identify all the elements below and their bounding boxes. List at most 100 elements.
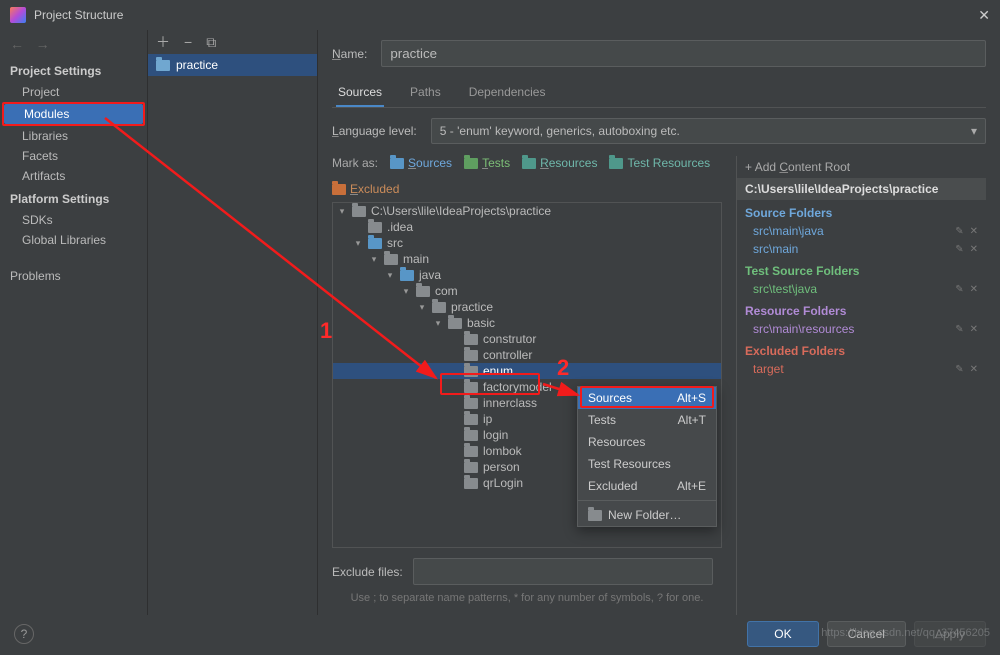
tree-label: controller [483,348,532,362]
roots-item[interactable]: src\test\java✎✕ [737,280,986,298]
folder-icon [368,238,382,249]
remove-icon[interactable]: ✕ [970,364,978,375]
folder-icon [464,462,478,473]
ctx-item-sources[interactable]: SourcesAlt+S [578,387,716,409]
tree-twist-icon[interactable]: ▾ [369,254,379,265]
ok-button[interactable]: OK [747,621,818,647]
titlebar: Project Structure ✕ [0,0,1000,30]
tree-row[interactable]: .idea [333,219,721,235]
sidebar-item-facets[interactable]: Facets [0,146,147,166]
sidebar-item-sdks[interactable]: SDKs [0,210,147,230]
tree-twist-icon[interactable]: ▾ [353,238,363,249]
module-list: ＋ − ⧉ practice [148,30,318,615]
tree-label: com [435,284,458,298]
edit-icon[interactable]: ✎ [955,244,963,255]
tree-label: C:\Users\lile\IdeaProjects\practice [371,204,551,218]
app-icon [10,7,26,23]
edit-icon[interactable]: ✎ [955,324,963,335]
edit-icon[interactable]: ✎ [955,226,963,237]
tree-row[interactable]: ▾ src [333,235,721,251]
exclude-files-input[interactable] [413,558,713,585]
folder-icon [416,286,430,297]
module-details: Name: Sources Paths Dependencies Languag… [318,30,1000,615]
sidebar-item-modules[interactable]: Modules [4,104,143,124]
copy-module-icon[interactable]: ⧉ [206,34,216,51]
roots-item[interactable]: target✎✕ [737,360,986,378]
sidebar-item-libraries[interactable]: Libraries [0,126,147,146]
sidebar-item-global-libraries[interactable]: Global Libraries [0,230,147,250]
remove-icon[interactable]: ✕ [970,284,978,295]
tree-row[interactable]: construtor [333,331,721,347]
roots-item[interactable]: src\main✎✕ [737,240,986,258]
content-root-path[interactable]: C:\Users\lile\IdeaProjects\practice [737,178,986,200]
tree-twist-icon[interactable]: ▾ [385,270,395,281]
tree-label: basic [467,316,495,330]
language-level-combo[interactable]: 5 - 'enum' keyword, generics, autoboxing… [431,118,986,144]
module-item-practice[interactable]: practice [148,54,317,76]
tree-label: java [419,268,441,282]
help-icon[interactable]: ? [14,624,34,644]
remove-icon[interactable]: ✕ [970,244,978,255]
tree-label: enum [483,364,513,378]
tree-label: main [403,252,429,266]
roots-item[interactable]: src\main\java✎✕ [737,222,986,240]
tree-row[interactable]: ▾ main [333,251,721,267]
folder-icon [464,446,478,457]
folder-icon [432,302,446,313]
edit-icon[interactable]: ✎ [955,284,963,295]
edit-icon[interactable]: ✎ [955,364,963,375]
name-input[interactable] [381,40,986,67]
remove-icon[interactable]: ✕ [970,226,978,237]
sidebar-item-problems[interactable]: Problems [0,266,147,286]
ctx-item-tests[interactable]: TestsAlt+T [578,409,716,431]
sidebar-item-project[interactable]: Project [0,82,147,102]
exclude-files-label: Exclude files: [332,565,403,579]
folder-icon [368,222,382,233]
ctx-item-new-folder[interactable]: New Folder… [578,504,716,526]
nav-arrows[interactable]: ← → [0,30,147,58]
tree-row[interactable]: ▾ basic [333,315,721,331]
tree-row[interactable]: ▾ practice [333,299,721,315]
tree-row[interactable]: ▾ C:\Users\lile\IdeaProjects\practice [333,203,721,219]
folder-icon [464,478,478,489]
tree-row[interactable]: controller [333,347,721,363]
tree-label: innerclass [483,396,537,410]
module-label: practice [176,58,218,72]
add-module-icon[interactable]: ＋ [156,32,170,52]
ctx-item-resources[interactable]: Resources [578,431,716,453]
annotation-number-2: 2 [557,355,569,381]
add-content-root[interactable]: Add Content Root [737,156,986,178]
markas-sources[interactable]: Sources [390,156,452,170]
settings-sidebar: ← → Project Settings Project Modules Lib… [0,30,148,615]
folder-icon [464,334,478,345]
remove-module-icon[interactable]: − [184,34,192,50]
tree-row[interactable]: ▾ java [333,267,721,283]
markas-test-resources[interactable]: Test Resources [609,156,710,170]
tree-twist-icon[interactable]: ▾ [417,302,427,313]
markas-excluded[interactable]: Excluded [332,182,399,196]
folder-icon [448,318,462,329]
tab-dependencies[interactable]: Dependencies [467,79,548,107]
tree-row[interactable]: enum [333,363,721,379]
ctx-item-test resources[interactable]: Test Resources [578,453,716,475]
sidebar-item-artifacts[interactable]: Artifacts [0,166,147,186]
tree-label: lombok [483,444,522,458]
roots-category-exc: Excluded Folders [737,338,986,360]
watermark: https://blog.csdn.net/qq_37456205 [821,627,990,639]
roots-item[interactable]: src\main\resources✎✕ [737,320,986,338]
markas-tests[interactable]: Tests [464,156,510,170]
markas-resources[interactable]: Resources [522,156,597,170]
tree-label: factorymodel [483,380,552,394]
tab-sources[interactable]: Sources [336,79,384,107]
tab-paths[interactable]: Paths [408,79,443,107]
ctx-item-excluded[interactable]: ExcludedAlt+E [578,475,716,497]
folder-icon [464,366,478,377]
tree-twist-icon[interactable]: ▾ [433,318,443,329]
folder-icon [464,158,478,169]
tree-twist-icon[interactable]: ▾ [337,206,347,217]
close-icon[interactable]: ✕ [978,7,990,24]
tree-label: ip [483,412,492,426]
tree-row[interactable]: ▾ com [333,283,721,299]
tree-twist-icon[interactable]: ▾ [401,286,411,297]
remove-icon[interactable]: ✕ [970,324,978,335]
